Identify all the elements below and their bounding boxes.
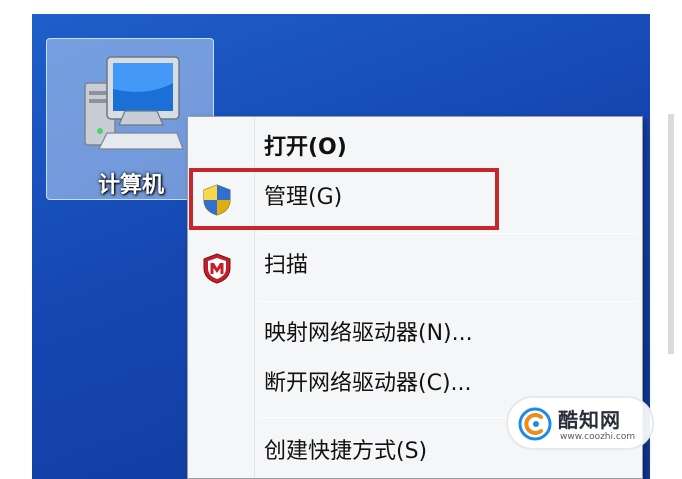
red-highlight-annotation [189, 168, 499, 230]
menu-item-label: 创建快捷方式(S) [264, 439, 428, 464]
watermark-url: www.coozhi.com [560, 432, 636, 442]
menu-item-open[interactable]: 打开(O) [188, 123, 642, 173]
menu-item-label: 断开网络驱动器(C)... [264, 371, 472, 396]
menu-item-map-network-drive[interactable]: 映射网络驱动器(N)... [188, 309, 642, 359]
mcafee-shield-icon [203, 253, 231, 284]
menu-item-label: 映射网络驱动器(N)... [264, 321, 473, 346]
menu-item-label: 扫描 [264, 253, 309, 278]
menu-item-label: 打开(O) [264, 135, 347, 160]
coozhi-logo-icon [518, 407, 552, 441]
watermark-name: 酷知网 [558, 408, 621, 432]
right-margin [650, 14, 682, 479]
scroll-strip [668, 114, 674, 354]
computer-icon [84, 56, 184, 150]
menu-separator [260, 301, 636, 302]
watermark: 酷知网 www.coozhi.com [506, 396, 654, 450]
menu-item-scan[interactable]: 扫描 [188, 241, 642, 291]
menu-separator [260, 233, 636, 234]
